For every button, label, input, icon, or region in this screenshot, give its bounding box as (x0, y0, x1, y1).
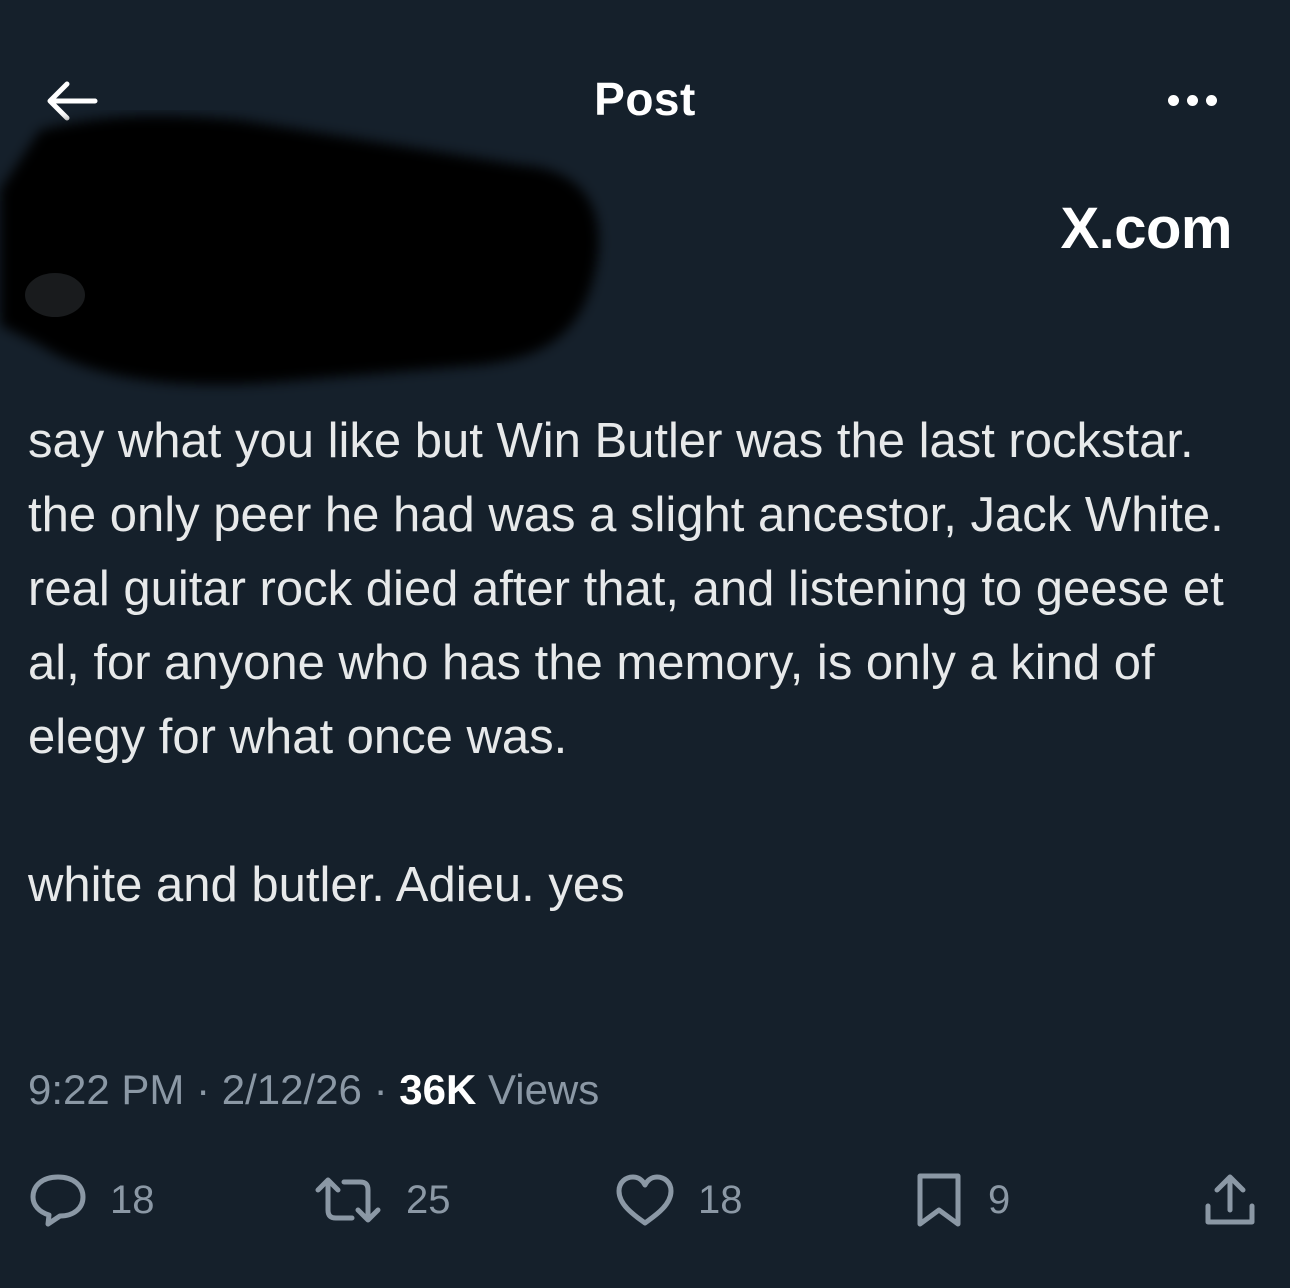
speech-bubble-icon (30, 1174, 86, 1227)
redaction-scribble (0, 115, 599, 385)
action-bar: 18 25 18 9 (0, 1160, 1290, 1240)
post-text: say what you like but Win Butler was the… (28, 404, 1228, 922)
repost-arrows-icon (315, 1177, 381, 1223)
like-button[interactable]: 18 (614, 1170, 743, 1230)
repost-count: 25 (406, 1177, 451, 1222)
share-button[interactable] (1200, 1170, 1260, 1230)
post-paragraph: white and butler. Adieu. yes (28, 858, 625, 912)
post-paragraph: say what you like but Win Butler was the… (28, 414, 1238, 764)
like-count: 18 (698, 1177, 743, 1222)
bookmark-count: 9 (988, 1177, 1011, 1222)
x-com-watermark: X.com (1060, 196, 1232, 261)
more-options-button[interactable] (1156, 78, 1228, 122)
repost-button[interactable]: 25 (312, 1170, 451, 1230)
heart-icon (616, 1174, 674, 1226)
meta-separator: · (196, 1066, 211, 1113)
more-dot (1186, 94, 1198, 106)
views-label[interactable]: Views (488, 1066, 599, 1113)
reply-count: 18 (110, 1177, 155, 1222)
post-date[interactable]: 2/12/26 (222, 1066, 362, 1113)
more-dot (1205, 94, 1217, 106)
meta-separator: · (373, 1066, 388, 1113)
bookmark-button[interactable]: 9 (912, 1170, 1010, 1230)
share-upload-icon (1205, 1174, 1255, 1225)
post-time[interactable]: 9:22 PM (28, 1066, 184, 1113)
post-meta: 9:22 PM · 2/12/26 · 36K Views (28, 1066, 599, 1114)
views-count[interactable]: 36K (399, 1066, 476, 1113)
author-redacted (0, 110, 620, 400)
reply-button[interactable]: 18 (28, 1170, 155, 1230)
bookmark-icon (917, 1173, 961, 1227)
post-screen: Post X.com say what you like but Win But… (0, 0, 1290, 1288)
more-horizontal-icon (1167, 94, 1179, 106)
